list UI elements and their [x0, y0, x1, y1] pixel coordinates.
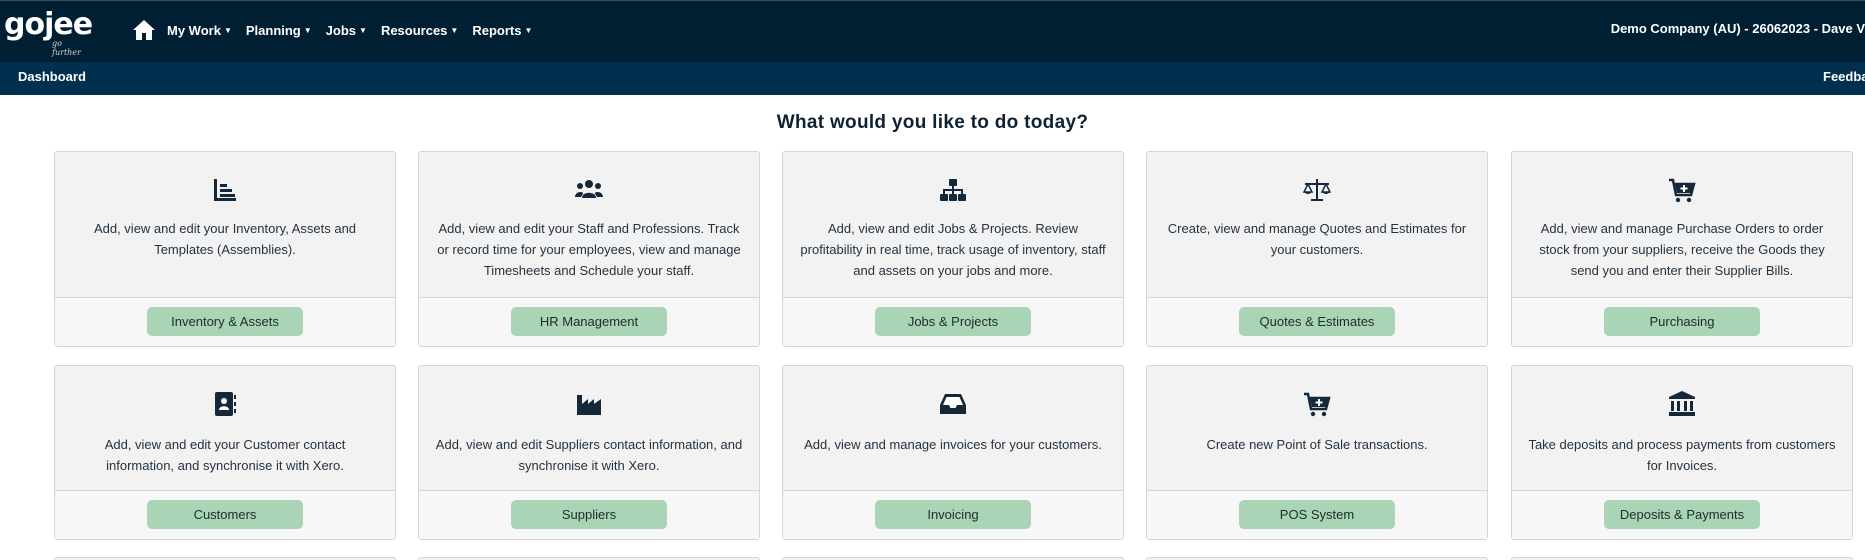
- card-description: Create new Point of Sale transactions.: [1206, 437, 1428, 452]
- chevron-down-icon: ▼: [524, 25, 533, 35]
- cart-plus-icon: [1304, 392, 1331, 417]
- card-deposits: Take deposits and process payments from …: [1511, 365, 1853, 540]
- card-footer: Deposits & Payments: [1512, 490, 1852, 539]
- card-hr: Add, view and edit your Staff and Profes…: [418, 151, 760, 347]
- dashboard-link[interactable]: Dashboard: [18, 69, 86, 84]
- card-footer: Customers: [55, 490, 395, 539]
- nav-resources[interactable]: Resources ▼: [381, 23, 465, 38]
- card-description: Add, view and edit your Customer contact…: [104, 437, 346, 473]
- gojee-logo[interactable]: gojee go further: [4, 7, 93, 58]
- card-description: Add, view and manage Purchase Orders to …: [1539, 221, 1825, 278]
- card-footer: Inventory & Assets: [55, 297, 395, 346]
- card-footer: Jobs & Projects: [783, 297, 1123, 346]
- bank-icon: [1669, 391, 1695, 416]
- card-description: Add, view and edit Jobs & Projects. Revi…: [800, 221, 1106, 278]
- top-navbar: gojee go further My Work ▼ Planning ▼ Jobs…: [0, 0, 1865, 62]
- card-footer: Suppliers: [419, 490, 759, 539]
- jobs-projects-button[interactable]: Jobs & Projects: [875, 307, 1031, 336]
- balance-scale-icon: [1303, 179, 1331, 201]
- pos-system-button[interactable]: POS System: [1239, 500, 1395, 529]
- chevron-down-icon: ▼: [303, 25, 312, 35]
- deposits-payments-button[interactable]: Deposits & Payments: [1604, 500, 1760, 529]
- inbox-icon: [940, 394, 966, 414]
- card-customers: Add, view and edit your Customer contact…: [54, 365, 396, 540]
- card-description: Add, view and edit your Staff and Profes…: [437, 221, 741, 278]
- customers-button[interactable]: Customers: [147, 500, 303, 529]
- quotes-estimates-button[interactable]: Quotes & Estimates: [1239, 307, 1395, 336]
- inventory-assets-button[interactable]: Inventory & Assets: [147, 307, 303, 336]
- card-quotes: Create, view and manage Quotes and Estim…: [1146, 151, 1488, 347]
- card-pos: Create new Point of Sale transactions. P…: [1146, 365, 1488, 540]
- invoicing-button[interactable]: Invoicing: [875, 500, 1031, 529]
- card-description: Add, view and manage invoices for your c…: [804, 437, 1102, 452]
- main-nav: My Work ▼ Planning ▼ Jobs ▼ Resources ▼ Repo…: [167, 1, 546, 59]
- page-title: What would you like to do today?: [776, 112, 1089, 133]
- chevron-down-icon: ▼: [450, 25, 459, 35]
- nav-jobs[interactable]: Jobs ▼: [326, 23, 374, 38]
- card-description: Add, view and edit Suppliers contact inf…: [435, 437, 743, 473]
- sub-navbar: Dashboard Feedba: [0, 62, 1865, 95]
- card-description: Add, view and edit your Inventory, Asset…: [93, 221, 357, 257]
- nav-planning[interactable]: Planning ▼: [246, 23, 319, 38]
- card-inventory: Add, view and edit your Inventory, Asset…: [54, 151, 396, 347]
- industry-icon: [577, 395, 601, 415]
- hr-management-button[interactable]: HR Management: [511, 307, 667, 336]
- cart-plus-icon: [1669, 178, 1696, 203]
- card-description: Create, view and manage Quotes and Estim…: [1167, 221, 1467, 257]
- nav-my-work-label: My Work: [167, 22, 221, 38]
- logo-wordmark: gojee: [4, 7, 93, 42]
- card-footer: Invoicing: [783, 490, 1123, 539]
- company-user-menu[interactable]: Demo Company (AU) - 26062023 - Dave V: [1611, 21, 1865, 36]
- card-footer: HR Management: [419, 297, 759, 346]
- feedback-link[interactable]: Feedba: [1823, 69, 1865, 84]
- nav-resources-label: Resources: [380, 22, 448, 38]
- card-description: Take deposits and process payments from …: [1528, 437, 1836, 473]
- card-footer: Quotes & Estimates: [1147, 297, 1487, 346]
- suppliers-button[interactable]: Suppliers: [511, 500, 667, 529]
- card-purchasing: Add, view and manage Purchase Orders to …: [1511, 151, 1853, 347]
- card-jobs: Add, view and edit Jobs & Projects. Revi…: [782, 151, 1124, 347]
- chevron-down-icon: ▼: [359, 25, 367, 35]
- sitemap-icon: [940, 179, 966, 201]
- purchasing-button[interactable]: Purchasing: [1604, 307, 1760, 336]
- nav-reports[interactable]: Reports ▼: [472, 23, 539, 38]
- nav-jobs-label: Jobs: [325, 22, 357, 38]
- nav-reports-label: Reports: [472, 22, 522, 38]
- address-book-icon: [215, 392, 236, 416]
- home-icon[interactable]: [132, 18, 156, 42]
- card-footer: Purchasing: [1512, 297, 1852, 346]
- chevron-down-icon: ▼: [223, 25, 232, 35]
- card-suppliers: Add, view and edit Suppliers contact inf…: [418, 365, 760, 540]
- card-footer: POS System: [1147, 490, 1487, 539]
- users-group-icon: [575, 180, 603, 198]
- logo-tagline: go further: [52, 39, 81, 57]
- nav-my-work[interactable]: My Work ▼: [167, 23, 239, 38]
- card-invoicing: Add, view and manage invoices for your c…: [782, 365, 1124, 540]
- nav-planning-label: Planning: [245, 22, 301, 38]
- inventory-list-icon: [214, 179, 236, 201]
